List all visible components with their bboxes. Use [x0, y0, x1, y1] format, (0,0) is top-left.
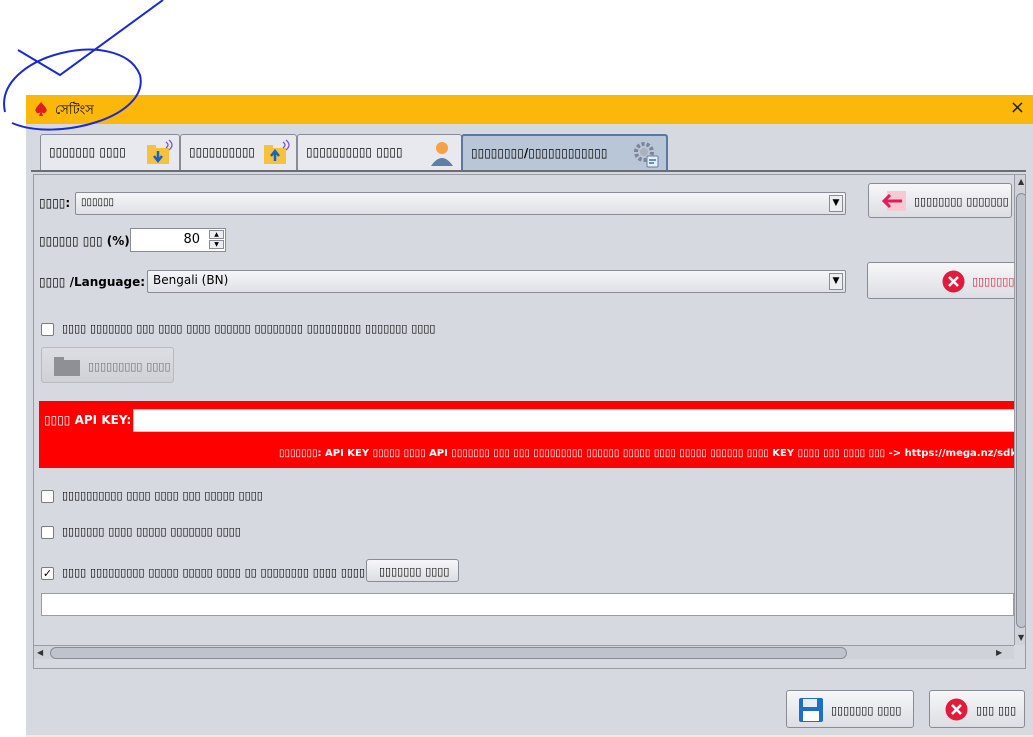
arrow-left-icon [882, 191, 906, 211]
chevron-down-icon: ▼ [829, 273, 843, 290]
theme-label: ▯▯▯▯: [39, 196, 71, 210]
api-key-section: ▯▯▯▯ API KEY: ▯▯▯▯▯▯▯: API KEY ▯▯▯▯▯ ▯▯▯… [39, 401, 1025, 468]
api-key-note: ▯▯▯▯▯▯▯: API KEY ▯▯▯▯▯ ▯▯▯▯ API ▯▯▯▯▯▯▯ … [279, 448, 1017, 459]
cancel-button-partial[interactable]: ▯▯▯▯▯▯▯ [867, 262, 1025, 299]
theme-select-value: ▯▯▯▯▯▯ [81, 197, 115, 208]
tab-label: ▯▯▯▯▯▯▯▯▯▯ [189, 145, 256, 159]
option-checkbox-2[interactable] [41, 526, 54, 539]
tab-advanced[interactable]: ▯▯▯▯▯▯▯▯/▯▯▯▯▯▯▯▯▯▯▯▯ [461, 134, 668, 170]
option-3-button[interactable]: ▯▯▯▯▯▯▯ ▯▯▯▯ [366, 559, 459, 582]
zoom-label: ▯▯▯▯▯▯ ▯▯▯ (%): [39, 234, 135, 248]
option-checkbox-3[interactable]: ✓ [41, 567, 54, 580]
folder-icon [54, 357, 80, 376]
tab-download[interactable]: ▯▯▯▯▯▯▯ ▯▯▯▯ [40, 134, 180, 170]
title-bar: সেটিংস × [26, 95, 1033, 124]
option-label-2: ▯▯▯▯▯▯▯ ▯▯▯▯ ▯▯▯▯▯ ▯▯▯▯▯▯▯ ▯▯▯▯ [62, 525, 241, 538]
choose-folder-button[interactable]: ▯▯▯▯▯▯▯▯▯ ▯▯▯▯ [41, 347, 174, 383]
cancel-circle-icon [945, 698, 968, 721]
scroll-right-icon[interactable]: ▶ [996, 648, 1002, 657]
scroll-down-icon[interactable]: ▼ [1018, 633, 1024, 642]
floppy-disk-icon [799, 698, 823, 722]
tab-label: ▯▯▯▯▯▯▯ ▯▯▯▯ [49, 145, 126, 159]
tab-upload[interactable]: ▯▯▯▯▯▯▯▯▯▯ [180, 134, 297, 170]
option-3-button-label: ▯▯▯▯▯▯▯ ▯▯▯▯ [379, 565, 450, 578]
close-button[interactable]: ▯▯▯ ▯▯▯ [929, 690, 1025, 728]
scroll-up-icon[interactable]: ▲ [1018, 177, 1024, 186]
api-key-label: ▯▯▯▯ API KEY: [44, 413, 132, 427]
folder-upload-icon [264, 139, 290, 164]
tab-label: ▯▯▯▯▯▯▯▯▯▯ ▯▯▯▯ [306, 145, 403, 159]
gear-icon [634, 142, 659, 168]
close-button-label: ▯▯▯ ▯▯▯ [976, 704, 1017, 717]
settings-panel: ▯▯▯▯: ▯▯▯▯▯▯ ▼ ▯▯▯▯▯▯▯▯ ▯▯▯▯▯▯▯ ▯▯▯▯▯▯ ▯… [33, 174, 1026, 669]
horizontal-scrollbar[interactable]: ◀ ▶ [34, 645, 1014, 659]
zoom-spinner[interactable]: 80 ▲ ▼ [130, 228, 226, 252]
reset-button-label: ▯▯▯▯▯▯▯▯ ▯▯▯▯▯▯▯ [914, 195, 1009, 208]
api-key-input[interactable] [133, 409, 1025, 432]
app-spade-icon [35, 102, 47, 116]
option-checkbox-1[interactable] [41, 490, 54, 503]
user-icon [431, 142, 453, 166]
settings-window: সেটিংস × ▯▯▯▯▯▯▯ ▯▯▯▯ ▯▯▯▯▯▯▯▯▯▯ ▯▯▯▯▯▯▯… [26, 95, 1033, 737]
folder-download-icon [147, 139, 173, 164]
tab-account[interactable]: ▯▯▯▯▯▯▯▯▯▯ ▯▯▯▯ [297, 134, 462, 170]
theme-select[interactable]: ▯▯▯▯▯▯ ▼ [75, 192, 846, 215]
option-label-3: ▯▯▯▯ ▯▯▯▯▯▯▯▯▯ ▯▯▯▯▯ ▯▯▯▯▯ ▯▯▯▯ ▯▯ ▯▯▯▯▯… [62, 566, 370, 579]
custom-folder-label: ▯▯▯▯ ▯▯▯▯▯▯▯ ▯▯▯ ▯▯▯▯ ▯▯▯▯ ▯▯▯▯▯▯ ▯▯▯▯▯▯… [62, 322, 436, 335]
vertical-scrollbar[interactable]: ▲ ▼ [1014, 175, 1025, 645]
chevron-down-icon: ▼ [829, 195, 843, 212]
path-input[interactable] [41, 593, 1014, 616]
scroll-left-icon[interactable]: ◀ [37, 648, 43, 657]
save-button[interactable]: ▯▯▯▯▯▯▯ ▯▯▯▯ [786, 690, 914, 728]
reset-button[interactable]: ▯▯▯▯▯▯▯▯ ▯▯▯▯▯▯▯ [868, 183, 1012, 218]
cancel-button-label: ▯▯▯▯▯▯▯ [972, 275, 1015, 288]
option-label-1: ▯▯▯▯▯▯▯▯▯▯ ▯▯▯▯ ▯▯▯▯ ▯▯▯ ▯▯▯▯▯ ▯▯▯▯ [62, 489, 263, 502]
choose-folder-label: ▯▯▯▯▯▯▯▯▯ ▯▯▯▯ [88, 360, 171, 373]
language-select[interactable]: Bengali (BN) ▼ [147, 270, 846, 293]
language-label: ▯▯▯▯ /Language: [39, 275, 146, 289]
tab-divider [31, 170, 1026, 172]
tab-label: ▯▯▯▯▯▯▯▯/▯▯▯▯▯▯▯▯▯▯▯▯ [471, 146, 608, 160]
save-button-label: ▯▯▯▯▯▯▯ ▯▯▯▯ [831, 704, 902, 717]
vertical-scroll-thumb[interactable] [1016, 193, 1025, 628]
zoom-value: 80 [183, 232, 200, 247]
spinner-up-icon[interactable]: ▲ [209, 230, 224, 239]
language-select-value: Bengali (BN) [153, 273, 229, 287]
spinner-down-icon[interactable]: ▼ [209, 240, 224, 249]
cancel-circle-icon [942, 270, 965, 293]
window-close-button[interactable]: × [1010, 99, 1025, 117]
window-title: সেটিংস [55, 103, 94, 118]
custom-folder-checkbox[interactable] [41, 323, 54, 336]
horizontal-scroll-thumb[interactable] [50, 647, 847, 659]
